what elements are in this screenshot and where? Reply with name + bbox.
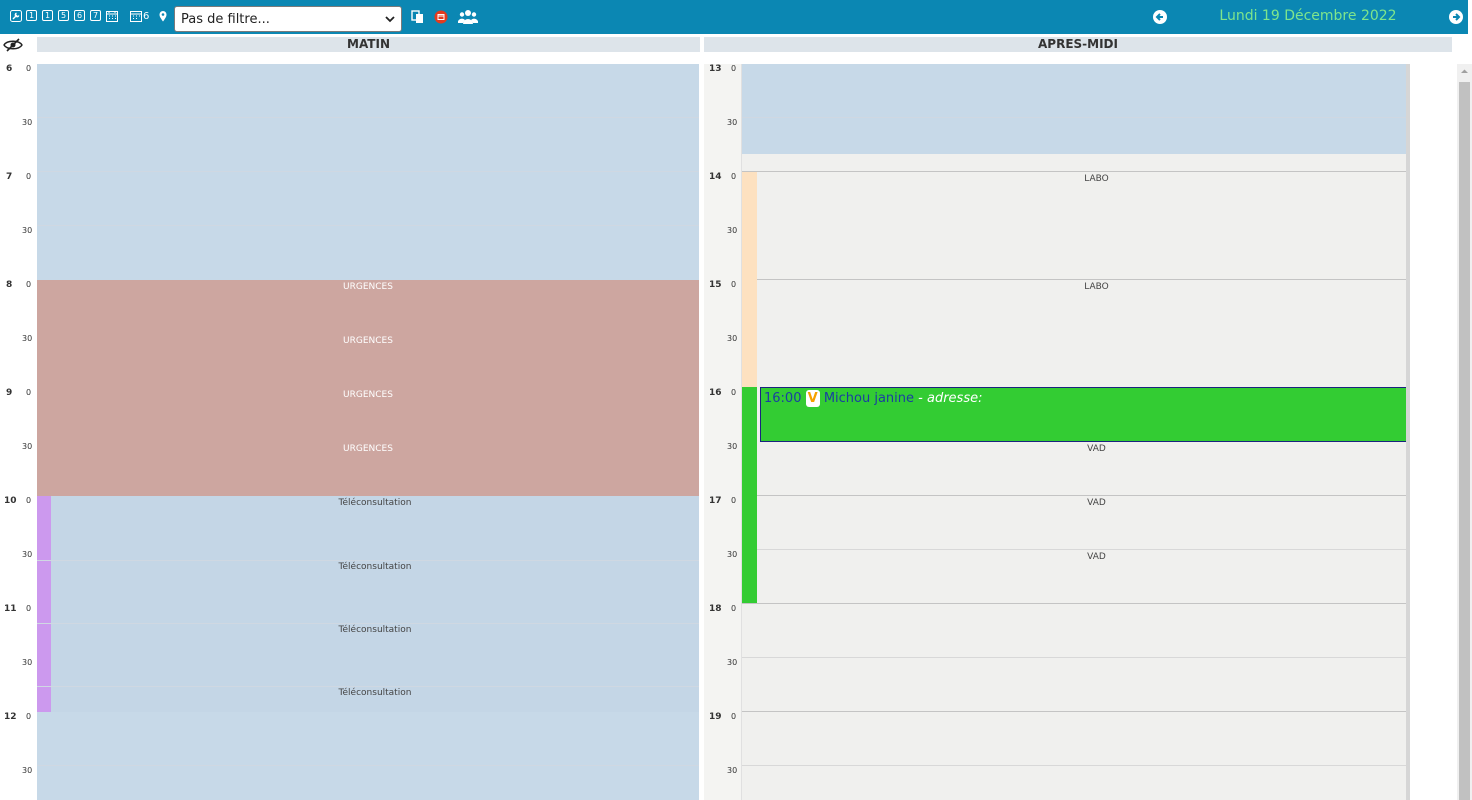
minute-label: 30	[22, 658, 33, 667]
hour-label: 6	[6, 64, 13, 74]
day-view-button[interactable]: 1	[26, 10, 37, 21]
teleconsultation-label: Téléconsultation	[338, 688, 412, 698]
minute-label: 0	[26, 280, 32, 289]
urgences-block[interactable]	[37, 280, 699, 496]
hour-label: 7	[6, 172, 13, 182]
minute-label: 0	[26, 604, 32, 613]
minute-label: 0	[731, 712, 737, 721]
labo-label: LABO	[1084, 174, 1109, 184]
calendar-month-icon[interactable]	[106, 10, 118, 22]
hour-label: 18	[709, 604, 722, 614]
minute-label: 30	[22, 766, 33, 775]
teleconsultation-label: Téléconsultation	[338, 562, 412, 572]
labo-label: LABO	[1084, 282, 1109, 292]
filter-select-value: Pas de filtre...	[181, 12, 270, 27]
copy-icon[interactable]	[411, 10, 425, 24]
hour-label: 12	[4, 712, 17, 722]
teleconsultation-label: Téléconsultation	[338, 498, 412, 508]
minute-label: 30	[727, 766, 738, 775]
scroll-up-icon[interactable]	[1459, 66, 1470, 77]
vad-marker	[742, 387, 757, 603]
column-edge	[1406, 64, 1410, 800]
free-slot[interactable]	[742, 64, 1406, 154]
day-5-button[interactable]: 5	[58, 10, 69, 21]
day-7-button[interactable]: 7	[90, 10, 101, 21]
minute-label: 30	[727, 658, 738, 667]
users-icon[interactable]	[458, 9, 478, 25]
minute-label: 30	[22, 550, 33, 559]
day-1-button[interactable]: 1	[42, 10, 53, 21]
wrench-icon[interactable]	[10, 10, 22, 22]
minute-label: 0	[26, 712, 32, 721]
minute-label: 0	[731, 496, 737, 505]
current-date: Lundi 19 Décembre 2022	[1219, 8, 1397, 24]
minute-label: 30	[727, 226, 738, 235]
minute-label: 0	[26, 496, 32, 505]
urgences-label: URGENCES	[343, 390, 393, 400]
free-slot[interactable]	[37, 64, 699, 280]
hour-label: 9	[6, 388, 13, 398]
appointment-time: 16:00	[764, 391, 802, 406]
hour-label: 14	[709, 172, 722, 182]
minute-label: 0	[26, 172, 32, 181]
minute-label: 30	[727, 334, 738, 343]
minute-label: 0	[731, 388, 737, 397]
urgences-label: URGENCES	[343, 336, 393, 346]
minute-label: 30	[22, 442, 33, 451]
eye-slash-icon[interactable]	[3, 38, 23, 52]
arrow-left-icon[interactable]	[1153, 10, 1167, 24]
appointment-patient[interactable]: Michou janine	[824, 391, 914, 406]
afternoon-header: APRES-MIDI	[704, 37, 1452, 52]
vad-label: VAD	[1087, 444, 1106, 454]
minute-label: 0	[731, 280, 737, 289]
day-6-button[interactable]: 6	[74, 10, 85, 21]
urgences-label: URGENCES	[343, 282, 393, 292]
minute-label: 30	[22, 118, 33, 127]
hour-label: 10	[4, 496, 17, 506]
minute-label: 30	[727, 118, 738, 127]
vad-label: VAD	[1087, 498, 1106, 508]
minute-label: 0	[731, 604, 737, 613]
free-slot[interactable]	[37, 712, 699, 800]
morning-header: MATIN	[37, 37, 700, 52]
minute-label: 0	[26, 388, 32, 397]
teleconsultation-label: Téléconsultation	[338, 625, 412, 635]
arrow-right-icon[interactable]	[1449, 10, 1463, 24]
hour-label: 8	[6, 280, 13, 290]
appointment-address: - adresse:	[918, 391, 983, 406]
minute-label: 30	[727, 550, 738, 559]
appointment-badge: V	[805, 390, 820, 407]
week-count[interactable]: 6	[143, 11, 149, 22]
hour-label: 16	[709, 388, 722, 398]
minute-label: 0	[731, 64, 737, 73]
minute-label: 0	[731, 172, 737, 181]
hour-label: 11	[4, 604, 17, 614]
teleconsultation-marker	[37, 496, 51, 712]
filter-select[interactable]: Pas de filtre...	[174, 6, 402, 32]
hour-label: 17	[709, 496, 722, 506]
scrollbar-thumb[interactable]	[1459, 82, 1470, 800]
calendar-red-icon[interactable]	[434, 10, 448, 24]
minute-label: 30	[22, 226, 33, 235]
vad-label: VAD	[1087, 552, 1106, 562]
hour-label: 13	[709, 64, 722, 74]
minute-label: 30	[22, 334, 33, 343]
map-pin-icon[interactable]	[157, 10, 169, 22]
hour-label: 15	[709, 280, 722, 290]
labo-marker	[742, 172, 757, 387]
toolbar: 1 1 5 6 7 6 Pas de filtre... Lundi 19 Dé…	[0, 0, 1468, 34]
calendar-week-icon[interactable]	[130, 10, 142, 22]
teleconsultation-block[interactable]	[37, 496, 699, 712]
urgences-label: URGENCES	[343, 444, 393, 454]
minute-label: 30	[727, 442, 738, 451]
minute-label: 0	[26, 64, 32, 73]
chevron-down-icon	[385, 16, 395, 23]
appointment-block[interactable]: 16:00 V Michou janine - adresse:	[760, 387, 1408, 442]
hour-label: 19	[709, 712, 722, 722]
